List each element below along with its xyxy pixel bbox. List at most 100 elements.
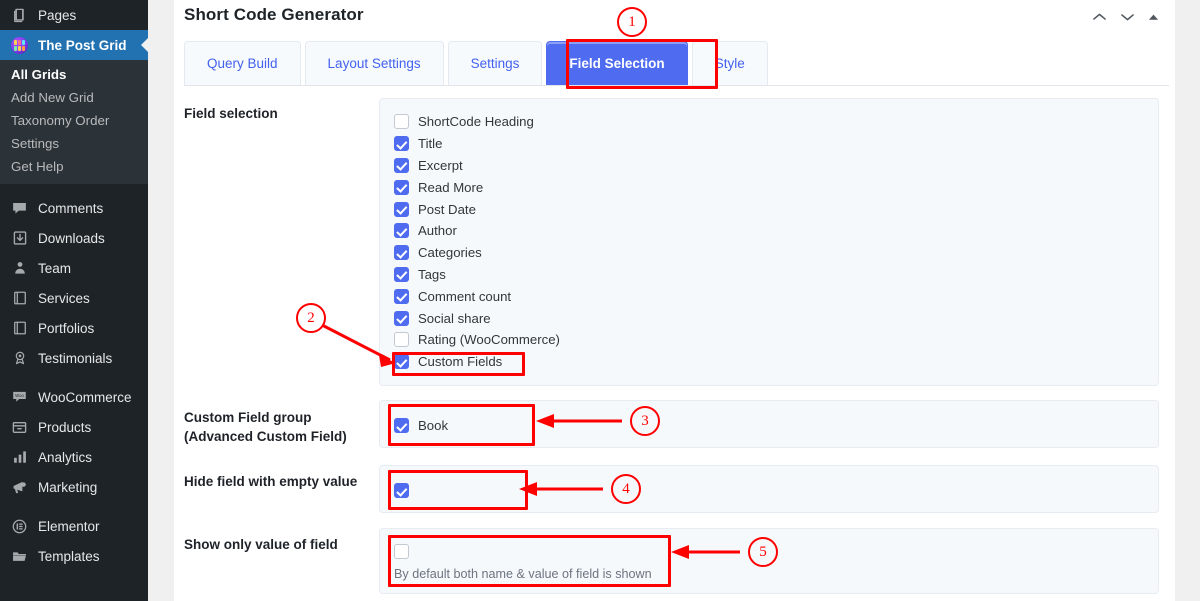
sidebar-item-label: Team [38, 260, 72, 276]
book-icon [9, 288, 30, 308]
annotation-box-hide-empty [388, 470, 528, 510]
checkbox-label: Read More [418, 179, 484, 195]
sidebar-item-services[interactable]: Services [0, 283, 148, 313]
sidebar-divider [0, 184, 148, 193]
annotation-box-book [388, 404, 535, 446]
checkbox-read-more[interactable] [394, 179, 409, 195]
checkbox-row-excerpt[interactable]: Excerpt [394, 155, 1158, 177]
sidebar-item-team[interactable]: Team [0, 253, 148, 283]
checkbox-label: Title [418, 136, 443, 152]
checkbox-title[interactable] [394, 136, 409, 152]
checkbox-label: Post Date [418, 201, 476, 217]
annotation-marker-5: 5 [748, 537, 778, 567]
tab-query-build[interactable]: Query Build [184, 41, 301, 85]
elementor-icon [9, 516, 30, 536]
checkbox-row-rating-woocommerce[interactable]: Rating (WooCommerce) [394, 329, 1158, 351]
checkbox-row-categories[interactable]: Categories [394, 242, 1158, 264]
svg-text:Woo: Woo [15, 392, 24, 397]
checkbox-label: Comment count [418, 288, 512, 304]
sidebar-item-woocommerce[interactable]: Woo WooCommerce [0, 382, 148, 412]
sidebar-item-label: Services [38, 290, 90, 306]
sidebar-item-label: Downloads [38, 230, 105, 246]
post-grid-logo-icon [9, 35, 30, 55]
product-box-icon [9, 417, 30, 437]
comment-bubble-icon [9, 198, 30, 218]
annotation-marker-1: 1 [617, 7, 647, 37]
checkbox-rating-woocommerce[interactable] [394, 332, 409, 348]
field-selection-label: Field selection [184, 106, 278, 121]
sidebar-item-downloads[interactable]: Downloads [0, 223, 148, 253]
checkbox-label: Tags [418, 266, 446, 282]
sidebar-item-label: WooCommerce [38, 389, 132, 405]
award-ribbon-icon [9, 348, 30, 368]
sidebar-item-get-help[interactable]: Get Help [0, 155, 148, 178]
checkbox-row-post-date[interactable]: Post Date [394, 198, 1158, 220]
custom-field-group-row: Custom Field group (Advanced Custom Fiel… [184, 400, 1169, 448]
sidebar-item-taxonomy-order[interactable]: Taxonomy Order [0, 109, 148, 132]
annotation-marker-2: 2 [296, 303, 326, 333]
person-icon [9, 258, 30, 278]
sidebar-item-portfolios[interactable]: Portfolios [0, 313, 148, 343]
sidebar-item-add-new-grid[interactable]: Add New Grid [0, 86, 148, 109]
sidebar-item-settings[interactable]: Settings [0, 132, 148, 155]
checkbox-label: Rating (WooCommerce) [418, 332, 560, 348]
checkbox-label: Social share [418, 310, 491, 326]
checkbox-row-tags[interactable]: Tags [394, 264, 1158, 286]
sidebar-item-label: The Post Grid [38, 37, 127, 53]
checkbox-row-social-share[interactable]: Social share [394, 307, 1158, 329]
field-selection-panel: ShortCode Heading Title Excerpt Read Mor… [379, 98, 1159, 386]
sidebar-item-templates[interactable]: Templates [0, 541, 148, 571]
checkbox-excerpt[interactable] [394, 157, 409, 173]
annotation-box-custom-fields [392, 352, 525, 376]
sidebar-item-label: Comments [38, 200, 104, 216]
sidebar-item-comments[interactable]: Comments [0, 193, 148, 223]
hide-empty-value-row: Hide field with empty value [184, 465, 1169, 513]
checkbox-comment-count[interactable] [394, 288, 409, 304]
checkbox-author[interactable] [394, 223, 409, 239]
checkbox-tags[interactable] [394, 266, 409, 282]
checkbox-shortcode-heading[interactable] [394, 114, 409, 130]
sidebar-item-products[interactable]: Products [0, 412, 148, 442]
custom-field-group-label: Custom Field group (Advanced Custom Fiel… [184, 400, 379, 448]
checkbox-label: ShortCode Heading [418, 114, 534, 130]
checkbox-row-read-more[interactable]: Read More [394, 176, 1158, 198]
download-icon [9, 228, 30, 248]
sidebar-divider [0, 373, 148, 382]
sidebar-item-analytics[interactable]: Analytics [0, 442, 148, 472]
sidebar-divider [0, 502, 148, 511]
window-controls [1092, 12, 1159, 22]
sidebar-item-label: Pages [38, 7, 77, 23]
sidebar-item-label: Analytics [38, 449, 93, 465]
checkbox-label: Author [418, 223, 457, 239]
checkbox-row-author[interactable]: Author [394, 220, 1158, 242]
page-title: Short Code Generator [184, 5, 364, 24]
sidebar-item-marketing[interactable]: Marketing [0, 472, 148, 502]
show-only-value-row: Show only value of field By default both… [184, 528, 1169, 594]
checkbox-social-share[interactable] [394, 310, 409, 326]
sidebar-item-testimonials[interactable]: Testimonials [0, 343, 148, 373]
move-down-icon[interactable] [1120, 12, 1135, 22]
move-up-icon[interactable] [1092, 12, 1107, 22]
folder-icon [9, 546, 30, 566]
checkbox-label: Excerpt [418, 157, 463, 173]
sidebar-item-pages[interactable]: Pages [0, 0, 148, 30]
sidebar-item-label: Products [38, 419, 92, 435]
checkbox-row-title[interactable]: Title [394, 133, 1158, 155]
right-gutter [1175, 0, 1200, 601]
tab-layout-settings[interactable]: Layout Settings [304, 41, 444, 85]
left-gutter [148, 0, 174, 601]
sidebar-item-the-post-grid[interactable]: The Post Grid [0, 30, 149, 60]
custom-field-group-label-line1: Custom Field group [184, 410, 312, 425]
checkbox-categories[interactable] [394, 245, 409, 261]
annotation-box-show-only-value [388, 535, 671, 587]
checkbox-row-comment-count[interactable]: Comment count [394, 285, 1158, 307]
tab-settings[interactable]: Settings [447, 41, 543, 85]
checkbox-row-shortcode-heading[interactable]: ShortCode Heading [394, 111, 1158, 133]
sidebar-item-all-grids[interactable]: All Grids [0, 63, 148, 86]
sidebar-item-label: Templates [38, 548, 100, 564]
checkbox-post-date[interactable] [394, 201, 409, 217]
collapse-icon[interactable] [1148, 13, 1159, 21]
sidebar-item-elementor[interactable]: Elementor [0, 511, 148, 541]
show-only-value-label: Show only value of field [184, 537, 338, 552]
woocommerce-icon: Woo [9, 387, 30, 407]
